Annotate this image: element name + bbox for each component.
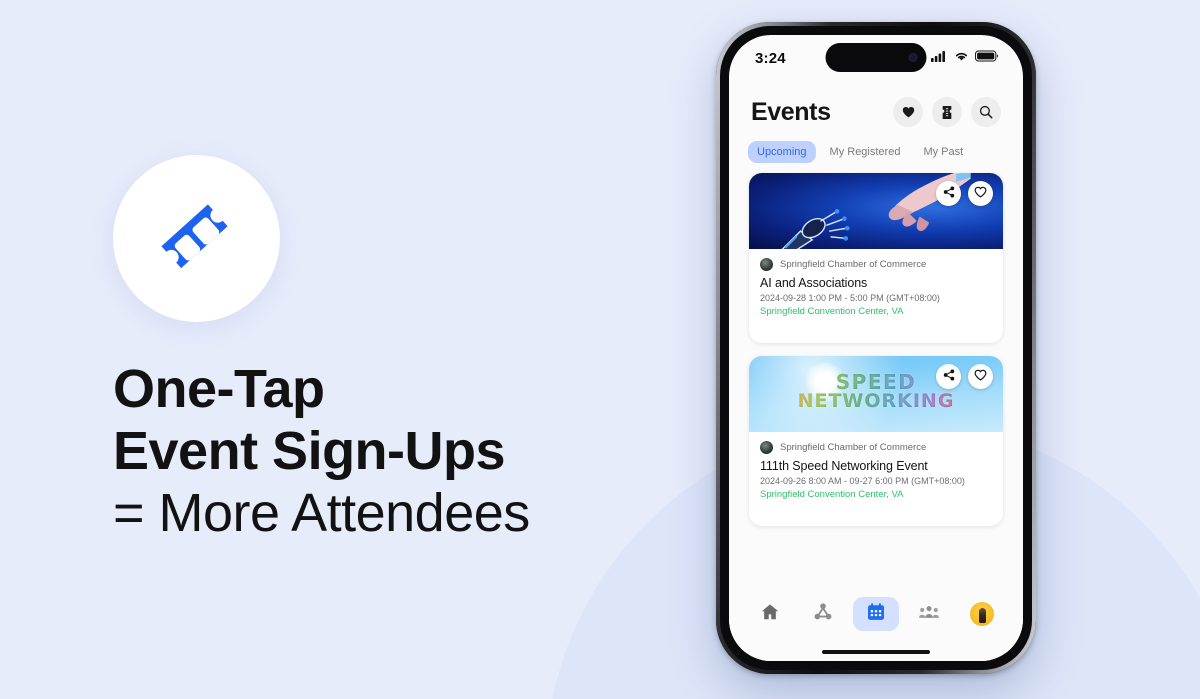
headline-line-2: Event Sign-Ups [113, 421, 506, 481]
organizer-logo-icon [760, 441, 773, 454]
people-group-icon [918, 603, 940, 626]
marketing-headline: One-Tap Event Sign-Ups = More Attendees [113, 358, 530, 544]
tickets-button[interactable] [932, 97, 962, 127]
organizer-name: Springfield Chamber of Commerce [780, 442, 927, 453]
tab-my-registered[interactable]: My Registered [821, 141, 910, 163]
status-bar-indicators [931, 49, 999, 67]
event-datetime: 2024-09-26 8:00 AM - 09-27 6:00 PM (GMT+… [760, 476, 965, 486]
network-nodes-icon [813, 602, 833, 627]
event-venue: Springfield Convention Center, VA [760, 489, 904, 500]
marketing-panel: One-Tap Event Sign-Ups = More Attendees [0, 0, 700, 699]
home-icon [760, 602, 780, 627]
ticket-icon [151, 193, 243, 285]
search-icon [979, 105, 993, 119]
event-card-body: Springfield Chamber of Commerce 111th Sp… [749, 432, 1003, 526]
home-indicator[interactable] [822, 650, 930, 654]
nav-home[interactable] [747, 597, 793, 631]
calendar-icon [866, 602, 886, 627]
header-actions [893, 97, 1001, 127]
battery-full-icon [975, 49, 999, 67]
share-button[interactable] [936, 181, 961, 206]
card-media-actions [936, 181, 993, 206]
cellular-signal-icon [931, 49, 948, 67]
nav-profile[interactable] [959, 597, 1005, 631]
tab-upcoming[interactable]: Upcoming [748, 141, 816, 163]
avatar-icon [970, 602, 995, 626]
share-button[interactable] [936, 364, 961, 389]
status-bar-clock: 3:24 [755, 49, 786, 67]
favorites-button[interactable] [893, 97, 923, 127]
event-cover-image: SPEED NETWORKING [749, 356, 1003, 432]
status-bar: 3:24 [729, 35, 1023, 81]
organizer-row: Springfield Chamber of Commerce [760, 258, 992, 271]
nav-events[interactable] [852, 597, 899, 631]
tab-my-past[interactable]: My Past [914, 141, 972, 163]
robot-hand-illustration [781, 209, 850, 249]
avatar-figure [978, 608, 986, 623]
event-card-body: Springfield Chamber of Commerce AI and A… [749, 249, 1003, 343]
nav-network[interactable] [800, 597, 846, 631]
favorite-button[interactable] [968, 364, 993, 389]
app-header: Events [729, 81, 1023, 127]
organizer-row: Springfield Chamber of Commerce [760, 441, 992, 454]
dynamic-island [825, 43, 927, 72]
heart-outline-icon [974, 368, 987, 386]
share-icon [943, 368, 955, 386]
wifi-icon [954, 49, 969, 67]
event-venue: Springfield Convention Center, VA [760, 306, 904, 317]
banner-line-2: NETWORKING [797, 390, 955, 413]
search-button[interactable] [971, 97, 1001, 127]
card-media-actions [936, 364, 993, 389]
event-datetime: 2024-09-28 1:00 PM - 5:00 PM (GMT+08:00) [760, 293, 940, 303]
headline-line-1: One-Tap [113, 359, 325, 419]
favorite-button[interactable] [968, 181, 993, 206]
organizer-name: Springfield Chamber of Commerce [780, 259, 927, 270]
phone-screen: 3:24 Events Upcoming My Registered My Pa… [729, 35, 1023, 661]
front-camera-icon [908, 53, 918, 62]
organizer-logo-icon [760, 258, 773, 271]
event-card[interactable]: Springfield Chamber of Commerce AI and A… [749, 173, 1003, 343]
brand-logo-badge [113, 155, 280, 322]
event-tabs: Upcoming My Registered My Past [729, 127, 1023, 173]
nav-groups[interactable] [906, 597, 952, 631]
event-card-list: Springfield Chamber of Commerce AI and A… [729, 173, 1023, 526]
ticket-pass-icon [941, 105, 953, 119]
page-title: Events [751, 97, 831, 126]
event-cover-image [749, 173, 1003, 249]
phone-mockup: 3:24 Events Upcoming My Registered My Pa… [716, 22, 1036, 674]
heart-filled-icon [902, 106, 915, 118]
event-title: 111th Speed Networking Event [760, 459, 928, 473]
heart-outline-icon [974, 185, 987, 203]
event-card[interactable]: SPEED NETWORKING Springfield Chamber of … [749, 356, 1003, 526]
event-title: AI and Associations [760, 276, 868, 290]
phone-body: 3:24 Events Upcoming My Registered My Pa… [720, 26, 1032, 670]
share-icon [943, 185, 955, 203]
headline-line-3: = More Attendees [113, 483, 530, 543]
